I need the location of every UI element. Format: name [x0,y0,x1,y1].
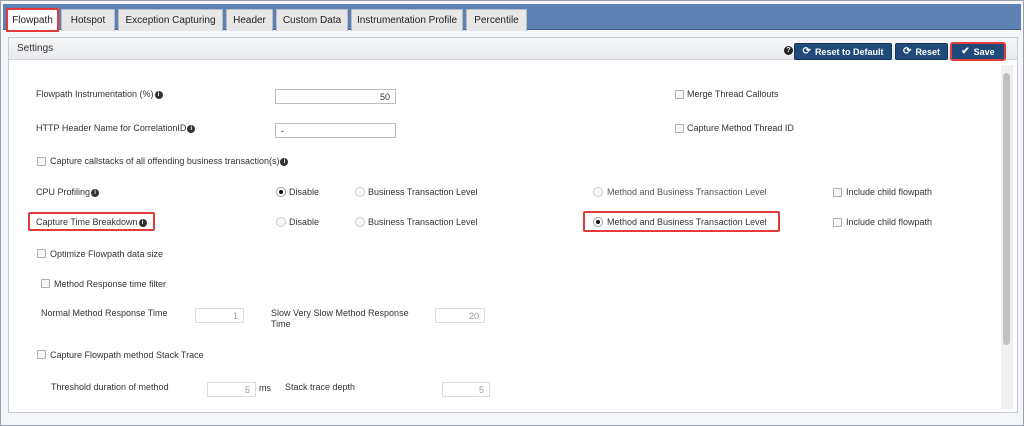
capture-callstacks-checkbox[interactable] [37,157,46,166]
ctb-bt-level-radio[interactable] [355,217,365,227]
ctb-disable-radio[interactable] [276,217,286,227]
ctb-method-bt-level-radio[interactable] [593,217,603,227]
save-button[interactable]: ✔ Save [950,42,1006,61]
capture-thread-id-label: Capture Method Thread ID [687,123,794,133]
ctb-bt-level-label: Business Transaction Level [368,217,478,227]
http-header-input[interactable]: - [275,123,396,138]
cpu-profiling-label: CPU Profiling i [36,187,100,197]
cpu-method-bt-level-label: Method and Business Transaction Level [607,187,767,197]
reset-to-default-button[interactable]: ⟳ Reset to Default [794,43,892,60]
normal-response-input[interactable]: 1 [195,308,244,323]
info-icon[interactable]: i [138,219,147,227]
capture-time-breakdown-label: Capture Time Breakdown i [36,217,147,227]
tab-flowpath[interactable]: Flowpath [6,8,59,32]
refresh-icon: ⟳ [903,45,912,57]
help-icon[interactable]: ? [784,46,793,55]
tab-hotspot[interactable]: Hotspot [61,9,115,31]
reset-button[interactable]: ⟳ Reset [895,43,948,60]
stack-trace-checkbox[interactable] [37,350,46,359]
capture-callstacks-label: Capture callstacks of all offending busi… [50,156,289,166]
tab-percentile[interactable]: Percentile [466,9,527,31]
tab-header[interactable]: Header [226,9,273,31]
ctb-disable-label: Disable [289,217,320,227]
info-icon[interactable]: i [280,158,289,166]
check-icon: ✔ [961,45,970,57]
ctb-include-child-label: Include child flowpath [846,217,933,227]
capture-thread-id-checkbox[interactable] [675,124,684,133]
method-response-filter-checkbox[interactable] [41,279,50,288]
slow-response-input[interactable]: 20 [435,308,485,323]
flowpath-instrumentation-input[interactable]: 50 [275,89,396,104]
stack-depth-input[interactable]: 5 [442,382,490,397]
slow-response-label-line1: Slow Very Slow Method Response [271,308,409,318]
stack-depth-label: Stack trace depth [285,382,356,392]
stack-trace-label: Capture Flowpath method Stack Trace [50,350,204,360]
tab-exception-capturing[interactable]: Exception Capturing [118,9,223,31]
ctb-include-child-checkbox[interactable] [833,218,842,227]
cpu-include-child-label: Include child flowpath [846,187,933,197]
merge-thread-label: Merge Thread Callouts [687,89,779,99]
settings-panel: Settings ? ⟳ Reset to Default ⟳ Reset ✔ … [8,37,1018,413]
ctb-method-bt-level-label: Method and Business Transaction Level [607,217,767,227]
info-icon[interactable]: i [154,91,163,99]
threshold-input[interactable]: 5 [207,382,256,397]
scroll-thumb[interactable] [1003,73,1010,345]
cpu-method-bt-level-radio[interactable] [593,187,603,197]
optimize-flowpath-checkbox[interactable] [37,249,46,258]
http-header-text: HTTP Header Name for CorrelationID [36,123,187,133]
cpu-bt-level-radio[interactable] [355,187,365,197]
settings-content: Flowpath Instrumentation (%) i 50 Merge T… [9,65,1001,409]
panel-title: Settings [17,43,54,54]
cpu-include-child-checkbox[interactable] [833,188,842,197]
slow-response-label-line2: Time [271,319,291,329]
tab-custom-data[interactable]: Custom Data [276,9,348,31]
method-response-filter-label: Method Response time filter [54,279,167,289]
http-header-label: HTTP Header Name for CorrelationID i [36,123,196,133]
cpu-profiling-text: CPU Profiling [36,187,91,197]
tab-bar: Flowpath Hotspot Exception Capturing Hea… [3,4,1021,32]
info-icon[interactable]: i [91,189,100,197]
cpu-disable-label: Disable [289,187,320,197]
cpu-bt-level-label: Business Transaction Level [368,187,478,197]
tab-instrumentation-profile[interactable]: Instrumentation Profile [351,9,463,31]
threshold-label: Threshold duration of method [51,382,169,392]
reset-label: Reset [915,46,940,57]
info-icon[interactable]: i [187,125,196,133]
optimize-flowpath-label: Optimize Flowpath data size [50,249,164,259]
normal-response-label: Normal Method Response Time [41,308,168,318]
merge-thread-checkbox[interactable] [675,90,684,99]
app-frame: Flowpath Hotspot Exception Capturing Hea… [0,0,1024,426]
flowpath-instrumentation-label: Flowpath Instrumentation (%) i [36,89,163,99]
flowpath-instrumentation-text: Flowpath Instrumentation (%) [36,89,154,99]
capture-callstacks-text: Capture callstacks of all offending busi… [50,156,280,166]
threshold-unit: ms [259,383,271,393]
save-label: Save [973,46,995,57]
refresh-icon: ⟳ [802,45,811,57]
cpu-disable-radio[interactable] [276,187,286,197]
scrollbar[interactable] [1001,65,1013,409]
reset-to-default-label: Reset to Default [814,46,884,57]
capture-time-breakdown-text: Capture Time Breakdown [36,217,138,227]
